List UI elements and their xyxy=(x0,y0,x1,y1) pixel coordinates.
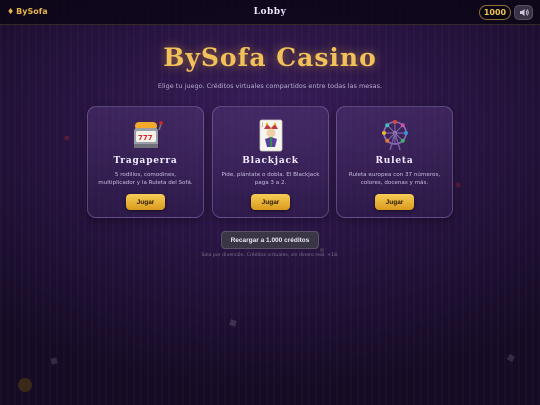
page-title-wrapper: BySofa Casino xyxy=(0,43,540,72)
joker-card-icon: J xyxy=(259,119,282,152)
brand-link[interactable]: ♦ BySofa xyxy=(7,7,48,16)
game-description: Pide, plántate o dobla. El Blackjack pag… xyxy=(221,172,320,186)
credits-badge: 1000 xyxy=(479,5,511,20)
game-card-blackjack[interactable]: J Blackjack Pide, plántate o dobla. El B… xyxy=(212,106,329,218)
floating-card-suit-icon xyxy=(506,353,516,363)
card-icon-wrapper: J xyxy=(213,118,328,152)
floating-dot-icon xyxy=(455,182,461,188)
ferris-wheel-icon xyxy=(381,120,408,151)
page-title: BySofa Casino xyxy=(163,43,377,72)
game-name: Blackjack xyxy=(242,156,299,166)
recharge-credits-button[interactable]: Recargar a 1.000 créditos xyxy=(221,231,319,249)
slot-machine-icon: 777 xyxy=(133,121,163,148)
game-name: Tragaperra xyxy=(113,156,178,166)
sound-toggle-button[interactable] xyxy=(514,5,533,20)
top-bar: ♦ BySofa Lobby 1000 xyxy=(0,0,540,25)
floating-card-suit-icon xyxy=(50,357,58,365)
card-icon-wrapper: 777 xyxy=(88,118,203,152)
brand-name: BySofa xyxy=(16,7,48,16)
game-description: Ruleta europea con 37 números, colores, … xyxy=(348,172,441,186)
play-button-ruleta[interactable]: Jugar xyxy=(375,194,414,210)
card-icon-wrapper xyxy=(337,118,452,152)
floating-card-suit-icon xyxy=(229,319,237,327)
game-card-ruleta[interactable]: Ruleta Ruleta europea con 37 números, co… xyxy=(336,106,453,218)
game-card-tragaperra[interactable]: 777 Tragaperra 5 rodillos, comodines, mu… xyxy=(87,106,204,218)
disclaimer-text: Solo por diversión. Créditos virtuales, … xyxy=(201,253,339,258)
svg-text:J: J xyxy=(261,122,263,127)
nav-lobby-wrapper: Lobby xyxy=(0,7,540,17)
page-subtitle: Elige tu juego. Créditos virtuales compa… xyxy=(157,82,383,90)
play-button-blackjack[interactable]: Jugar xyxy=(251,194,290,210)
nav-lobby[interactable]: Lobby xyxy=(254,7,287,17)
game-description: 5 rodillos, comodines, multiplicador y l… xyxy=(98,172,193,186)
game-name: Ruleta xyxy=(375,156,414,166)
floating-dot-icon xyxy=(64,135,70,141)
svg-text:777: 777 xyxy=(138,134,153,142)
speaker-icon xyxy=(519,9,529,16)
floating-chip-icon xyxy=(18,378,32,392)
diamond-icon: ♦ xyxy=(7,7,15,16)
play-button-tragaperra[interactable]: Jugar xyxy=(126,194,165,210)
credits-value: 1000 xyxy=(483,8,507,17)
